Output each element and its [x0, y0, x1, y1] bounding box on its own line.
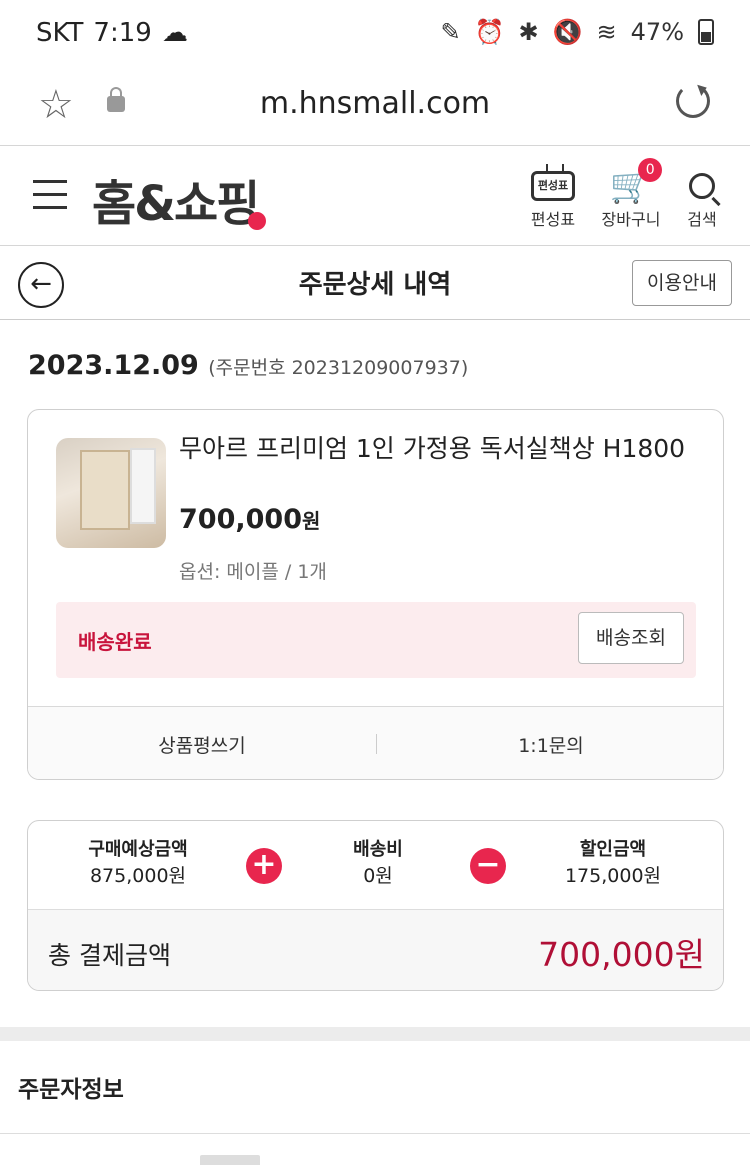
search-label: 검색 — [687, 210, 717, 229]
alarm-icon: ⏰ — [474, 18, 505, 46]
payment-summary: 구매예상금액 875,000원 + 배송비 0원 − 할인금액 175,000원… — [27, 820, 724, 991]
track-delivery-button[interactable]: 배송조회 — [578, 612, 684, 664]
divider-line — [0, 1133, 750, 1134]
status-bar: SKT 7:19 ☁ ✎ ⏰ ✱ 🔇 ≋ 47% — [0, 0, 750, 70]
shipping-fee: 배송비 0원 — [353, 839, 403, 887]
schedule-label: 편성표 — [530, 210, 576, 229]
order-date: 2023.12.09 — [28, 350, 199, 381]
product-card: 무아르 프리미엄 1인 가정용 독서실책상 H1800 700,000원 옵션:… — [27, 409, 724, 780]
status-right: ✎ ⏰ ✱ 🔇 ≋ 47% — [441, 18, 714, 46]
search-icon — [689, 173, 715, 199]
total-value: 700,000원 — [538, 935, 705, 974]
mute-icon: 🔇 — [552, 18, 583, 46]
order-number: (주문번호 20231209007937) — [208, 357, 469, 379]
cart-icon: 🛒 0 — [610, 158, 663, 206]
status-left: SKT 7:19 ☁ — [36, 18, 188, 48]
purchase-amount: 구매예상금액 875,000원 — [88, 839, 188, 887]
total-label: 총 결제금액 — [48, 941, 171, 970]
product-option: 옵션: 메이플 / 1개 — [179, 561, 327, 583]
bluetooth-icon: ✱ — [518, 18, 539, 46]
schedule-button[interactable]: 편성표 편성표 — [526, 166, 580, 230]
browser-url-bar: ☆ m.hnsmall.com — [0, 70, 750, 146]
cut-off-content — [200, 1155, 260, 1165]
product-actions: 상품평쓰기 1:1문의 — [28, 706, 723, 779]
clock: 7:19 — [93, 18, 152, 48]
product-price: 700,000원 — [179, 504, 321, 535]
battery-level: 47% — [630, 18, 684, 46]
orderer-info-title[interactable]: 주문자정보 — [18, 1070, 124, 1104]
write-review-button[interactable]: 상품평쓰기 — [28, 731, 376, 758]
plus-icon: + — [246, 848, 282, 884]
cart-label: 장바구니 — [601, 210, 661, 229]
summary-breakdown: 구매예상금액 875,000원 + 배송비 0원 − 할인금액 175,000원 — [28, 821, 723, 909]
cart-button[interactable]: 🛒 0 장바구니 — [596, 158, 666, 230]
wifi-icon: ≋ — [596, 18, 617, 46]
notification-icon: ☁ — [161, 18, 188, 48]
order-header: 2023.12.09 (주문번호 20231209007937) — [28, 350, 468, 381]
section-divider — [0, 1027, 750, 1041]
site-header: 홈&쇼핑 편성표 편성표 🛒 0 장바구니 검색 — [0, 146, 750, 246]
url-text[interactable]: m.hnsmall.com — [0, 86, 750, 121]
guide-button[interactable]: 이용안내 — [632, 260, 732, 306]
delivery-status-box: 배송완료 배송조회 — [56, 602, 696, 678]
search-button[interactable]: 검색 — [680, 166, 724, 230]
total-payment-row: 총 결제금액 700,000원 — [28, 909, 723, 990]
page-title-bar: ← 주문상세 내역 이용안내 — [0, 246, 750, 320]
carrier: SKT — [36, 18, 84, 48]
logo-dot — [248, 212, 267, 230]
cart-count-badge: 0 — [638, 158, 663, 182]
minus-icon: − — [470, 848, 506, 884]
discount-amount: 할인금액 175,000원 — [564, 839, 662, 887]
delivery-status: 배송완료 — [78, 630, 152, 654]
product-name[interactable]: 무아르 프리미엄 1인 가정용 독서실책상 H1800 — [179, 430, 699, 467]
tv-icon: 편성표 — [531, 171, 575, 201]
inquiry-button[interactable]: 1:1문의 — [377, 731, 723, 758]
edit-icon: ✎ — [440, 18, 461, 46]
product-thumbnail[interactable] — [56, 438, 166, 548]
menu-icon[interactable] — [33, 180, 67, 219]
battery-icon — [698, 19, 714, 45]
reload-icon[interactable] — [676, 84, 710, 118]
site-logo[interactable]: 홈&쇼핑 — [92, 164, 267, 234]
